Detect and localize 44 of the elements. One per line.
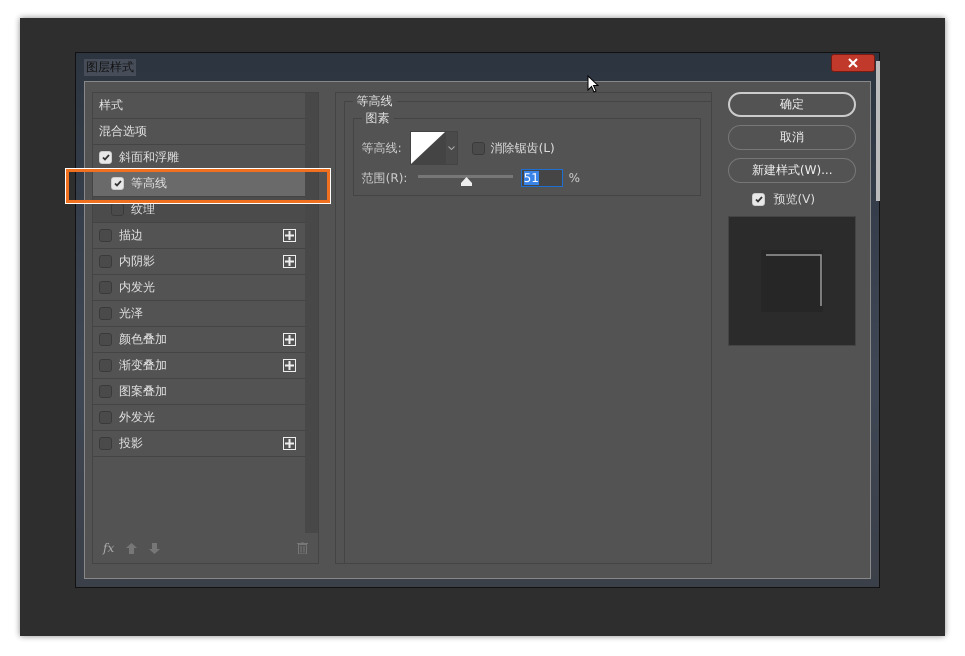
checkbox[interactable] <box>99 411 112 424</box>
checkbox[interactable] <box>99 437 112 450</box>
window-title: 图层样式 <box>84 58 136 76</box>
style-list-item[interactable]: 等高线 <box>93 171 305 197</box>
contour-label: 等高线: <box>362 140 403 156</box>
group-title: 等高线 <box>356 93 394 110</box>
checkbox[interactable] <box>111 203 124 216</box>
add-icon[interactable] <box>283 255 296 268</box>
dialog-button[interactable]: 确定 <box>728 92 856 117</box>
close-icon <box>847 58 859 68</box>
up-arrow-icon[interactable] <box>126 542 138 554</box>
checkbox[interactable] <box>99 307 112 320</box>
dialog-button[interactable]: 新建样式(W)... <box>728 158 856 183</box>
scrollbar[interactable] <box>876 61 880 201</box>
check-icon <box>102 154 110 161</box>
contour-picker[interactable] <box>410 131 458 165</box>
check-icon <box>754 196 763 203</box>
chevron-icon <box>448 146 455 150</box>
unit-label: % <box>568 171 580 185</box>
trash-icon[interactable] <box>296 542 308 554</box>
checkbox[interactable] <box>99 281 112 294</box>
add-icon[interactable] <box>283 333 296 346</box>
add-icon[interactable] <box>283 437 296 450</box>
cursor-icon <box>587 75 599 93</box>
fx-button[interactable]: fx <box>103 541 114 555</box>
checkbox[interactable] <box>99 333 112 346</box>
group-title: 图素 <box>364 110 391 127</box>
close-button[interactable] <box>831 54 875 72</box>
checkbox[interactable] <box>472 142 485 154</box>
checkbox[interactable] <box>99 359 112 372</box>
checkbox[interactable] <box>99 385 112 398</box>
dialog-button[interactable]: 取消 <box>728 125 856 150</box>
slider-thumb[interactable] <box>461 177 472 186</box>
add-icon[interactable] <box>283 229 296 242</box>
range-label: 范围(R): <box>362 170 408 186</box>
add-icon[interactable] <box>283 359 296 372</box>
check-icon <box>114 180 122 187</box>
checkbox[interactable] <box>99 229 112 242</box>
checkbox-label: 消除锯齿(L) <box>490 140 555 156</box>
down-arrow-icon[interactable] <box>149 542 160 554</box>
preview-label: 预览(V) <box>773 191 816 208</box>
checkbox[interactable] <box>99 255 112 268</box>
range-field[interactable]: 51 <box>520 169 563 187</box>
scrollbar[interactable] <box>305 93 318 533</box>
